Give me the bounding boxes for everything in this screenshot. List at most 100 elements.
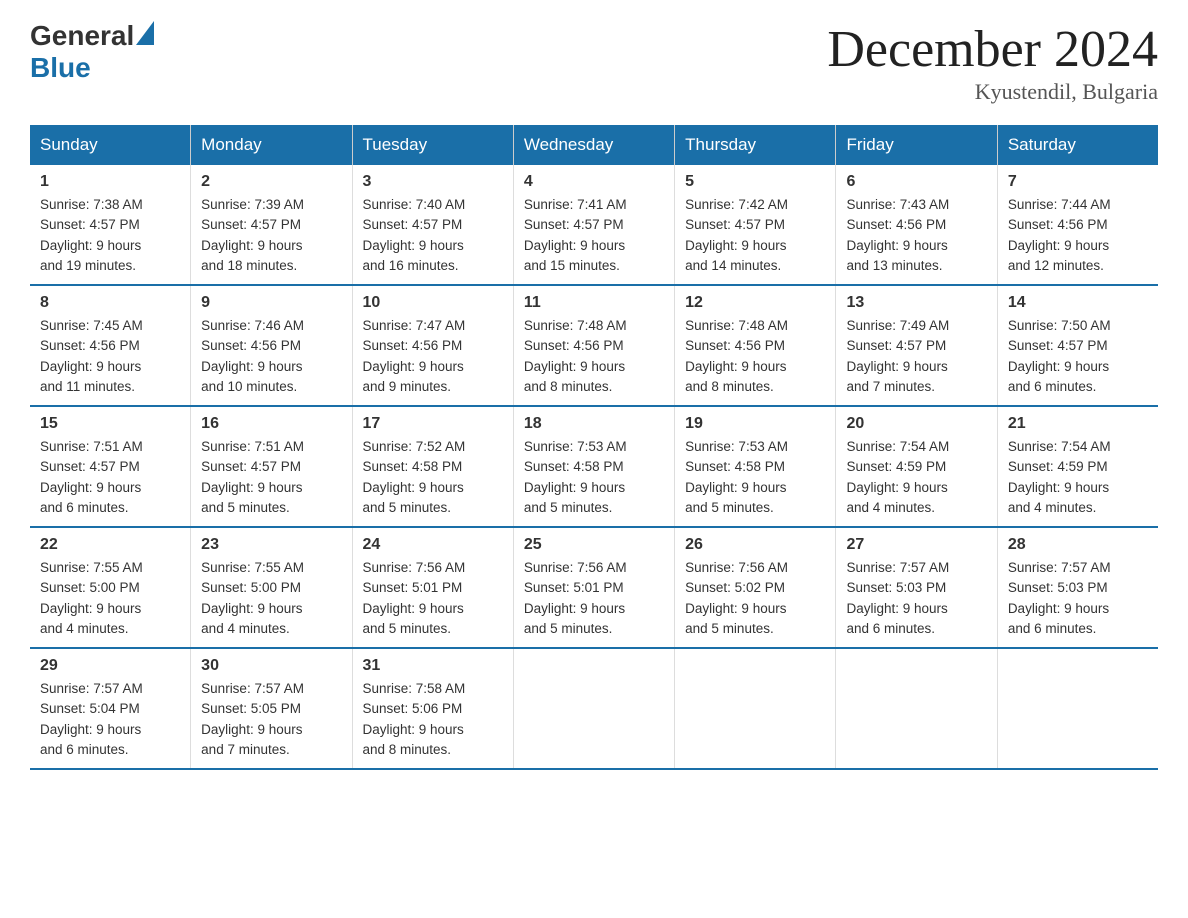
day-number: 1 bbox=[40, 173, 180, 191]
col-thursday: Thursday bbox=[675, 125, 836, 165]
day-number: 24 bbox=[363, 536, 503, 554]
calendar-cell: 7 Sunrise: 7:44 AM Sunset: 4:56 PM Dayli… bbox=[997, 165, 1158, 285]
day-number: 9 bbox=[201, 294, 341, 312]
day-number: 3 bbox=[363, 173, 503, 191]
day-info: Sunrise: 7:56 AM Sunset: 5:01 PM Dayligh… bbox=[524, 558, 664, 639]
day-number: 27 bbox=[846, 536, 986, 554]
day-number: 2 bbox=[201, 173, 341, 191]
day-info: Sunrise: 7:48 AM Sunset: 4:56 PM Dayligh… bbox=[685, 316, 825, 397]
calendar-cell: 18 Sunrise: 7:53 AM Sunset: 4:58 PM Dayl… bbox=[513, 406, 674, 527]
logo-blue-text: Blue bbox=[30, 52, 91, 83]
col-saturday: Saturday bbox=[997, 125, 1158, 165]
calendar-cell: 9 Sunrise: 7:46 AM Sunset: 4:56 PM Dayli… bbox=[191, 285, 352, 406]
day-info: Sunrise: 7:53 AM Sunset: 4:58 PM Dayligh… bbox=[524, 437, 664, 518]
calendar-cell: 6 Sunrise: 7:43 AM Sunset: 4:56 PM Dayli… bbox=[836, 165, 997, 285]
day-number: 7 bbox=[1008, 173, 1148, 191]
col-friday: Friday bbox=[836, 125, 997, 165]
day-number: 31 bbox=[363, 657, 503, 675]
day-info: Sunrise: 7:48 AM Sunset: 4:56 PM Dayligh… bbox=[524, 316, 664, 397]
calendar-week-row: 29 Sunrise: 7:57 AM Sunset: 5:04 PM Dayl… bbox=[30, 648, 1158, 769]
calendar-cell: 15 Sunrise: 7:51 AM Sunset: 4:57 PM Dayl… bbox=[30, 406, 191, 527]
day-number: 28 bbox=[1008, 536, 1148, 554]
day-info: Sunrise: 7:41 AM Sunset: 4:57 PM Dayligh… bbox=[524, 195, 664, 276]
col-monday: Monday bbox=[191, 125, 352, 165]
day-number: 26 bbox=[685, 536, 825, 554]
day-info: Sunrise: 7:47 AM Sunset: 4:56 PM Dayligh… bbox=[363, 316, 503, 397]
page-subtitle: Kyustendil, Bulgaria bbox=[827, 79, 1158, 105]
day-number: 19 bbox=[685, 415, 825, 433]
calendar-cell bbox=[997, 648, 1158, 769]
calendar-cell: 17 Sunrise: 7:52 AM Sunset: 4:58 PM Dayl… bbox=[352, 406, 513, 527]
calendar-cell: 2 Sunrise: 7:39 AM Sunset: 4:57 PM Dayli… bbox=[191, 165, 352, 285]
calendar-cell: 21 Sunrise: 7:54 AM Sunset: 4:59 PM Dayl… bbox=[997, 406, 1158, 527]
day-number: 12 bbox=[685, 294, 825, 312]
calendar-cell: 16 Sunrise: 7:51 AM Sunset: 4:57 PM Dayl… bbox=[191, 406, 352, 527]
day-number: 13 bbox=[846, 294, 986, 312]
day-info: Sunrise: 7:55 AM Sunset: 5:00 PM Dayligh… bbox=[201, 558, 341, 639]
day-info: Sunrise: 7:56 AM Sunset: 5:02 PM Dayligh… bbox=[685, 558, 825, 639]
calendar-cell: 20 Sunrise: 7:54 AM Sunset: 4:59 PM Dayl… bbox=[836, 406, 997, 527]
calendar-cell bbox=[513, 648, 674, 769]
calendar-cell: 28 Sunrise: 7:57 AM Sunset: 5:03 PM Dayl… bbox=[997, 527, 1158, 648]
day-info: Sunrise: 7:49 AM Sunset: 4:57 PM Dayligh… bbox=[846, 316, 986, 397]
day-info: Sunrise: 7:57 AM Sunset: 5:05 PM Dayligh… bbox=[201, 679, 341, 760]
calendar-cell bbox=[836, 648, 997, 769]
day-info: Sunrise: 7:56 AM Sunset: 5:01 PM Dayligh… bbox=[363, 558, 503, 639]
day-info: Sunrise: 7:39 AM Sunset: 4:57 PM Dayligh… bbox=[201, 195, 341, 276]
day-info: Sunrise: 7:54 AM Sunset: 4:59 PM Dayligh… bbox=[1008, 437, 1148, 518]
day-number: 20 bbox=[846, 415, 986, 433]
day-number: 4 bbox=[524, 173, 664, 191]
calendar-week-row: 15 Sunrise: 7:51 AM Sunset: 4:57 PM Dayl… bbox=[30, 406, 1158, 527]
day-number: 15 bbox=[40, 415, 180, 433]
day-number: 14 bbox=[1008, 294, 1148, 312]
day-info: Sunrise: 7:54 AM Sunset: 4:59 PM Dayligh… bbox=[846, 437, 986, 518]
day-info: Sunrise: 7:57 AM Sunset: 5:03 PM Dayligh… bbox=[846, 558, 986, 639]
day-number: 22 bbox=[40, 536, 180, 554]
day-number: 29 bbox=[40, 657, 180, 675]
day-info: Sunrise: 7:57 AM Sunset: 5:04 PM Dayligh… bbox=[40, 679, 180, 760]
calendar-cell: 3 Sunrise: 7:40 AM Sunset: 4:57 PM Dayli… bbox=[352, 165, 513, 285]
day-info: Sunrise: 7:58 AM Sunset: 5:06 PM Dayligh… bbox=[363, 679, 503, 760]
col-wednesday: Wednesday bbox=[513, 125, 674, 165]
calendar-cell: 30 Sunrise: 7:57 AM Sunset: 5:05 PM Dayl… bbox=[191, 648, 352, 769]
calendar-week-row: 22 Sunrise: 7:55 AM Sunset: 5:00 PM Dayl… bbox=[30, 527, 1158, 648]
day-info: Sunrise: 7:52 AM Sunset: 4:58 PM Dayligh… bbox=[363, 437, 503, 518]
calendar-cell: 31 Sunrise: 7:58 AM Sunset: 5:06 PM Dayl… bbox=[352, 648, 513, 769]
page-title: December 2024 bbox=[827, 20, 1158, 79]
day-number: 30 bbox=[201, 657, 341, 675]
day-number: 16 bbox=[201, 415, 341, 433]
calendar-cell bbox=[675, 648, 836, 769]
day-number: 8 bbox=[40, 294, 180, 312]
col-sunday: Sunday bbox=[30, 125, 191, 165]
day-number: 5 bbox=[685, 173, 825, 191]
calendar-cell: 13 Sunrise: 7:49 AM Sunset: 4:57 PM Dayl… bbox=[836, 285, 997, 406]
calendar-cell: 1 Sunrise: 7:38 AM Sunset: 4:57 PM Dayli… bbox=[30, 165, 191, 285]
calendar-cell: 22 Sunrise: 7:55 AM Sunset: 5:00 PM Dayl… bbox=[30, 527, 191, 648]
day-info: Sunrise: 7:45 AM Sunset: 4:56 PM Dayligh… bbox=[40, 316, 180, 397]
day-info: Sunrise: 7:51 AM Sunset: 4:57 PM Dayligh… bbox=[40, 437, 180, 518]
calendar-cell: 27 Sunrise: 7:57 AM Sunset: 5:03 PM Dayl… bbox=[836, 527, 997, 648]
calendar-cell: 8 Sunrise: 7:45 AM Sunset: 4:56 PM Dayli… bbox=[30, 285, 191, 406]
logo-general-text: General bbox=[30, 20, 134, 52]
day-info: Sunrise: 7:43 AM Sunset: 4:56 PM Dayligh… bbox=[846, 195, 986, 276]
calendar-cell: 29 Sunrise: 7:57 AM Sunset: 5:04 PM Dayl… bbox=[30, 648, 191, 769]
day-info: Sunrise: 7:46 AM Sunset: 4:56 PM Dayligh… bbox=[201, 316, 341, 397]
calendar-cell: 25 Sunrise: 7:56 AM Sunset: 5:01 PM Dayl… bbox=[513, 527, 674, 648]
calendar-week-row: 8 Sunrise: 7:45 AM Sunset: 4:56 PM Dayli… bbox=[30, 285, 1158, 406]
calendar-cell: 19 Sunrise: 7:53 AM Sunset: 4:58 PM Dayl… bbox=[675, 406, 836, 527]
day-info: Sunrise: 7:50 AM Sunset: 4:57 PM Dayligh… bbox=[1008, 316, 1148, 397]
logo: General Blue bbox=[30, 20, 154, 84]
day-number: 21 bbox=[1008, 415, 1148, 433]
calendar-cell: 23 Sunrise: 7:55 AM Sunset: 5:00 PM Dayl… bbox=[191, 527, 352, 648]
calendar-cell: 11 Sunrise: 7:48 AM Sunset: 4:56 PM Dayl… bbox=[513, 285, 674, 406]
day-number: 11 bbox=[524, 294, 664, 312]
calendar-cell: 5 Sunrise: 7:42 AM Sunset: 4:57 PM Dayli… bbox=[675, 165, 836, 285]
calendar-cell: 26 Sunrise: 7:56 AM Sunset: 5:02 PM Dayl… bbox=[675, 527, 836, 648]
day-number: 6 bbox=[846, 173, 986, 191]
day-number: 23 bbox=[201, 536, 341, 554]
day-number: 10 bbox=[363, 294, 503, 312]
title-block: December 2024 Kyustendil, Bulgaria bbox=[827, 20, 1158, 105]
day-info: Sunrise: 7:55 AM Sunset: 5:00 PM Dayligh… bbox=[40, 558, 180, 639]
calendar-cell: 12 Sunrise: 7:48 AM Sunset: 4:56 PM Dayl… bbox=[675, 285, 836, 406]
day-info: Sunrise: 7:44 AM Sunset: 4:56 PM Dayligh… bbox=[1008, 195, 1148, 276]
